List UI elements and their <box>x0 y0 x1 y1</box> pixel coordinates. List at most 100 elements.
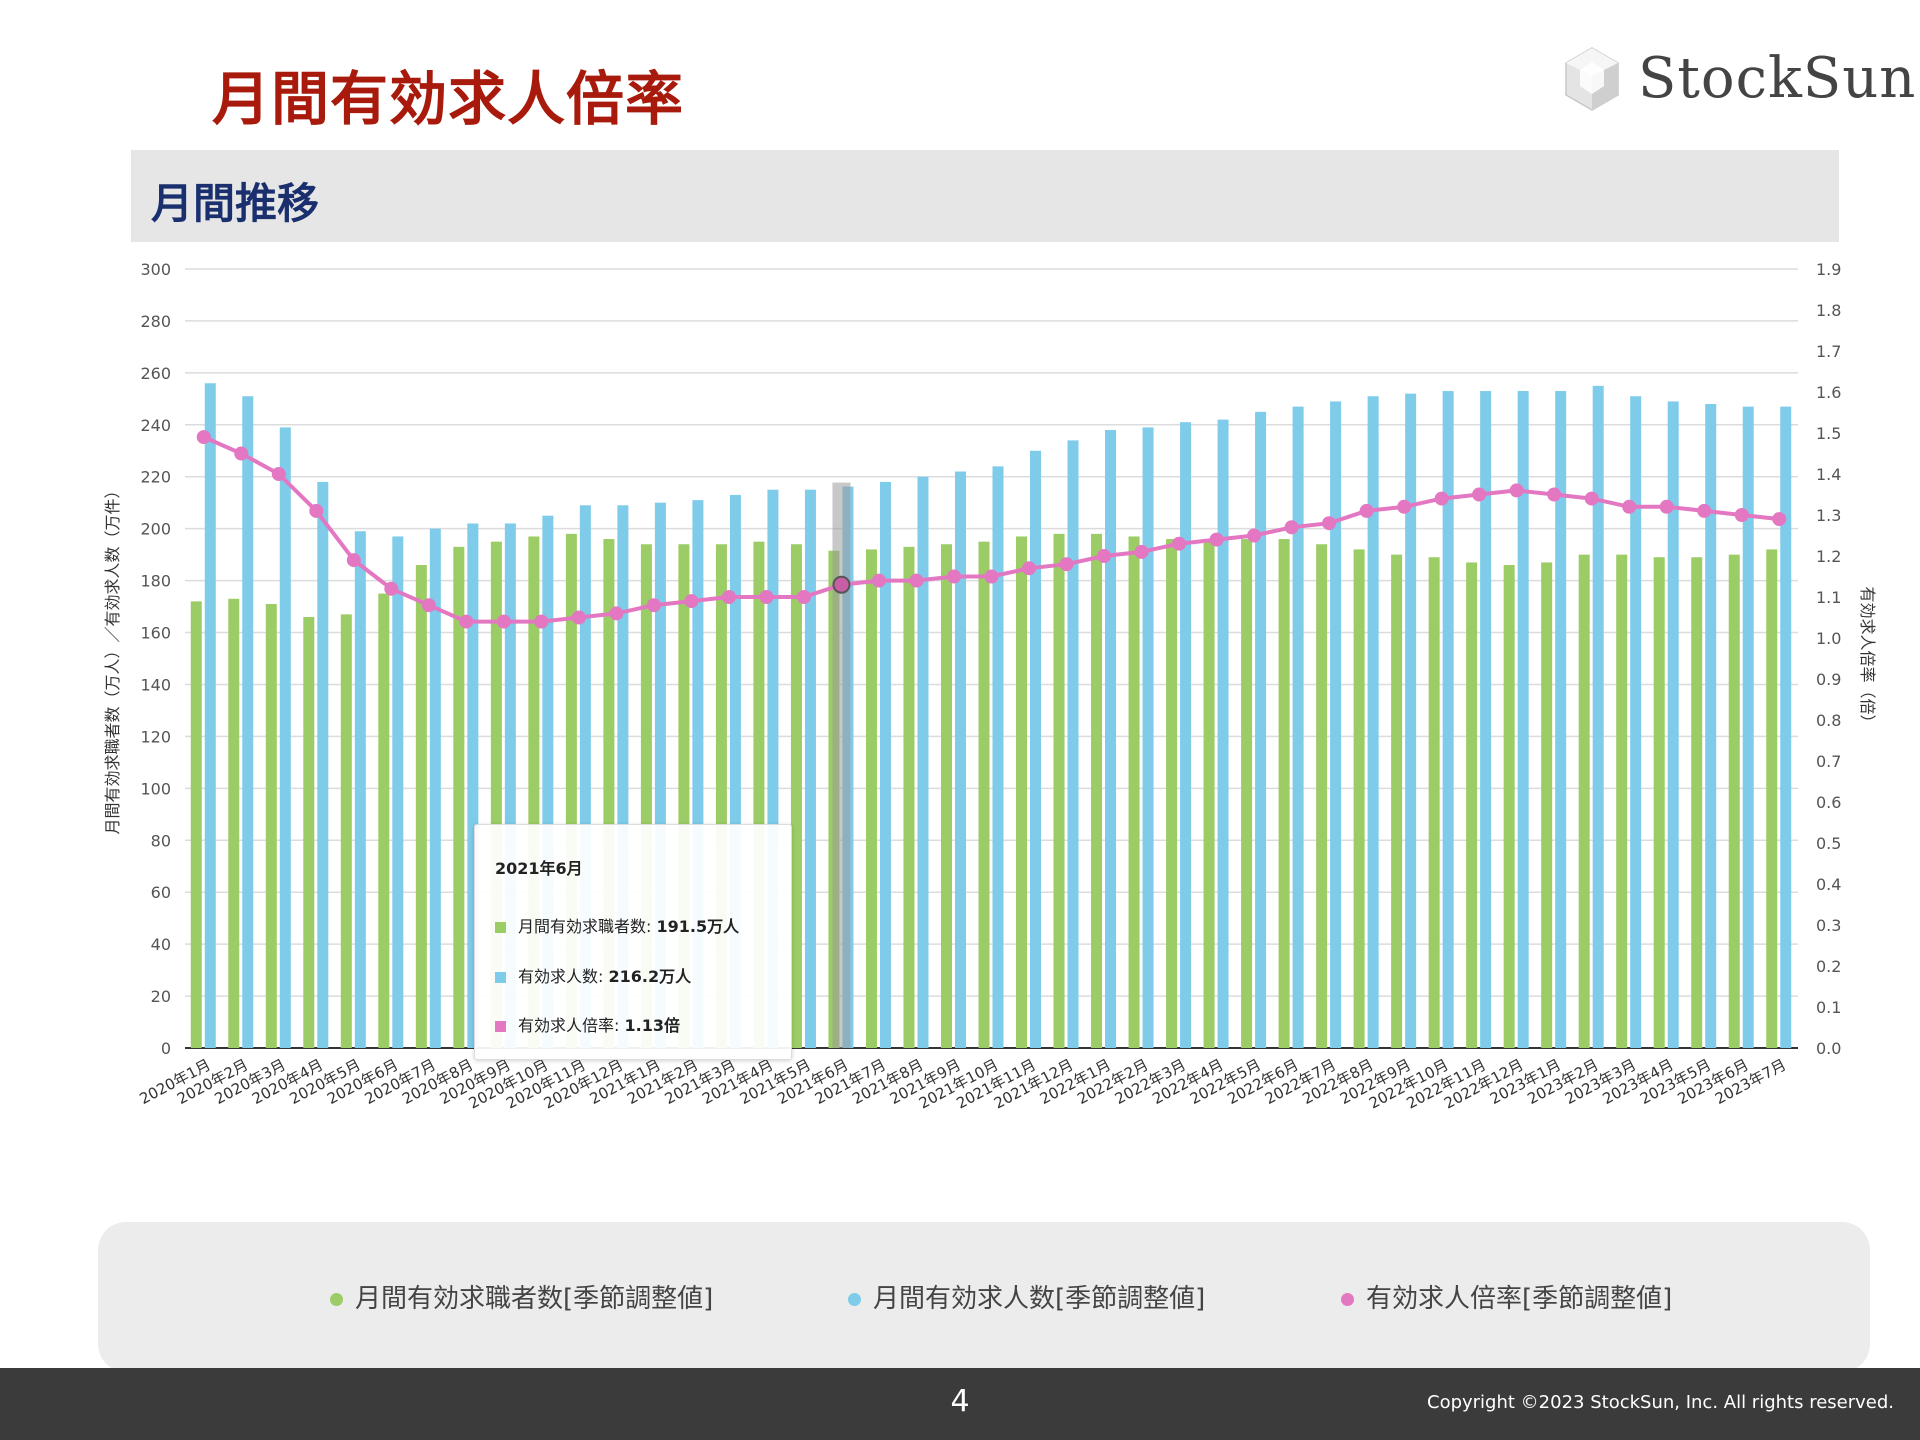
legend-item-openings[interactable]: 月間有効求人数[季節調整値] <box>848 1278 1205 1315</box>
bar-openings <box>1030 450 1042 1048</box>
bar-openings <box>279 427 291 1048</box>
right-tick-label: 1.5 <box>1816 424 1841 443</box>
bar-seekers <box>1578 554 1590 1048</box>
bar-openings <box>317 481 329 1049</box>
tooltip-row-ratio: 有効求人倍率: 1.13倍 <box>495 1012 680 1036</box>
left-tick-label: 240 <box>140 416 171 435</box>
ratio-point <box>871 573 886 588</box>
right-tick-label: 0.9 <box>1816 670 1841 689</box>
ratio-point <box>1772 512 1787 527</box>
bar-openings <box>1442 391 1454 1048</box>
tooltip-label-seekers: 月間有効求職者数: <box>518 917 657 936</box>
bar-openings <box>392 536 404 1048</box>
bar-seekers <box>303 616 315 1048</box>
tooltip-value-seekers: 191.5万人 <box>656 917 740 936</box>
right-tick-label: 1.0 <box>1816 629 1841 648</box>
chart-legend: 月間有効求職者数[季節調整値] 月間有効求人数[季節調整値] 有効求人倍率[季節… <box>98 1222 1870 1372</box>
ratio-point <box>459 614 474 629</box>
left-tick-label: 0 <box>161 1039 171 1058</box>
tooltip-value-openings: 216.2万人 <box>608 967 692 986</box>
bar-seekers <box>865 549 877 1048</box>
bar-seekers <box>1391 554 1403 1048</box>
ratio-point <box>1434 491 1449 506</box>
right-tick-label: 0.3 <box>1816 916 1841 935</box>
ratio-point <box>571 610 586 625</box>
right-tick-label: 1.3 <box>1816 506 1841 525</box>
bar-openings <box>954 471 966 1048</box>
ratio-point <box>1584 491 1599 506</box>
ratio-point <box>421 598 436 613</box>
bar-openings <box>1780 406 1792 1049</box>
right-tick-label: 0.8 <box>1816 711 1841 730</box>
x-axis-ticks: 2020年1月2020年2月2020年3月2020年4月2020年5月2020年… <box>137 1056 1790 1113</box>
highlight-column <box>832 482 851 1048</box>
ratio-point <box>646 598 661 613</box>
bar-seekers <box>1203 539 1215 1048</box>
bar-openings <box>1105 429 1117 1048</box>
tooltip-row-seekers: 月間有効求職者数: 191.5万人 <box>495 913 739 937</box>
bar-seekers <box>1241 539 1253 1048</box>
bar-seekers <box>1503 565 1515 1048</box>
ratio-point <box>832 575 851 594</box>
bar-seekers <box>265 603 277 1048</box>
right-axis-ticks: 0.0 0.1 0.2 0.3 0.4 0.5 0.6 0.7 0.8 0.9 1.0 1.1 1.2 1… <box>1816 260 1841 1058</box>
bar-openings <box>1180 422 1192 1048</box>
left-tick-label: 140 <box>140 675 171 694</box>
left-tick-label: 160 <box>140 624 171 643</box>
ratio-point <box>1622 499 1637 514</box>
footer-bar: 4 Copyright ©2023 StockSun, Inc. All rig… <box>0 1368 1920 1440</box>
bar-seekers <box>1466 562 1478 1048</box>
ratio-point <box>1097 549 1112 563</box>
right-tick-label: 1.1 <box>1816 588 1841 607</box>
ratio-point <box>1134 544 1149 559</box>
left-tick-label: 60 <box>151 883 171 902</box>
right-tick-label: 0.7 <box>1816 752 1841 771</box>
ratio-point <box>1284 520 1299 535</box>
bar-seekers <box>1428 557 1440 1048</box>
bar-openings <box>1255 411 1267 1049</box>
bar-openings <box>992 466 1004 1048</box>
left-tick-label: 100 <box>140 779 171 798</box>
ratio-point <box>1547 487 1562 502</box>
ratio-point <box>1209 532 1224 547</box>
bar-seekers <box>1616 554 1628 1048</box>
left-tick-label: 260 <box>140 364 171 383</box>
legend-dot-seekers <box>330 1293 343 1306</box>
left-tick-label: 120 <box>140 727 171 746</box>
bar-seekers <box>903 546 915 1048</box>
right-tick-label: 1.4 <box>1816 465 1841 484</box>
right-tick-label: 0.5 <box>1816 834 1841 853</box>
tooltip-label-ratio: 有効求人倍率: <box>518 1016 625 1035</box>
right-tick-label: 1.6 <box>1816 383 1841 402</box>
bar-seekers <box>340 614 352 1048</box>
legend-dot-openings <box>848 1293 861 1306</box>
ratio-point <box>759 590 774 604</box>
bar-seekers <box>1016 536 1028 1048</box>
bar-seekers <box>1691 557 1703 1048</box>
ratio-point <box>721 590 736 604</box>
left-tick-label: 20 <box>151 987 171 1006</box>
tooltip-swatch-ratio <box>495 1021 506 1032</box>
right-tick-label: 0.1 <box>1816 998 1841 1017</box>
ratio-point <box>909 573 924 588</box>
bar-seekers <box>1053 533 1065 1048</box>
tooltip-swatch-seekers <box>495 922 506 933</box>
bar-openings <box>1592 385 1604 1049</box>
bar-openings <box>242 396 254 1048</box>
bar-openings <box>354 531 366 1048</box>
legend-item-seekers[interactable]: 月間有効求職者数[季節調整値] <box>330 1278 713 1315</box>
ratio-point <box>984 569 999 584</box>
ratio-point <box>1022 561 1037 576</box>
left-tick-label: 200 <box>140 520 171 539</box>
bar-seekers <box>1766 549 1778 1048</box>
legend-label-seekers: 月間有効求職者数[季節調整値] <box>355 1284 714 1314</box>
bar-seekers <box>228 598 240 1048</box>
left-tick-label: 220 <box>140 468 171 487</box>
ratio-point <box>346 553 361 568</box>
legend-item-ratio[interactable]: 有効求人倍率[季節調整値] <box>1341 1278 1672 1315</box>
legend-dot-ratio <box>1341 1293 1354 1306</box>
ratio-point <box>1397 499 1412 514</box>
tooltip-title: 2021年6月 <box>495 859 583 878</box>
copyright-text: Copyright ©2023 StockSun, Inc. All right… <box>1427 1392 1894 1413</box>
right-tick-label: 0.2 <box>1816 957 1841 976</box>
